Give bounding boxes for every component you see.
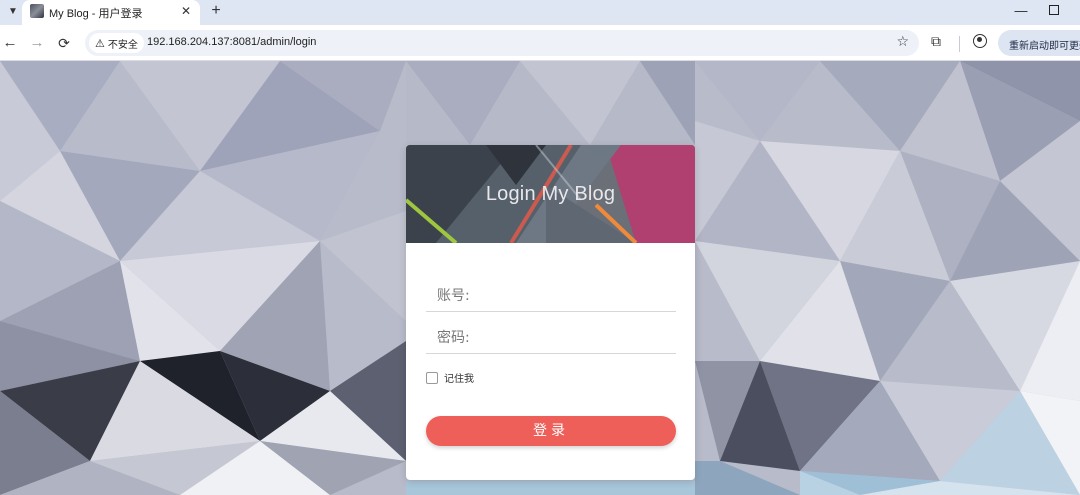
warning-icon: ⚠ <box>95 37 105 50</box>
extensions-icon[interactable]: ⧉ <box>931 33 941 50</box>
profile-icon[interactable] <box>973 34 987 48</box>
update-button[interactable]: 重新启动即可更新 <box>998 30 1080 56</box>
tab-title: My Blog - 用户登录 <box>49 8 143 20</box>
remember-checkbox[interactable] <box>426 371 438 384</box>
username-input[interactable] <box>426 280 676 311</box>
login-card-header: Login My Blog <box>406 145 695 243</box>
login-button[interactable]: 登录 <box>426 416 676 446</box>
security-indicator[interactable]: ⚠ 不安全 <box>89 33 144 53</box>
new-tab-button[interactable]: + <box>206 1 226 21</box>
minimize-button[interactable]: — <box>1012 2 1030 20</box>
favicon-icon <box>30 4 44 18</box>
login-title: Login My Blog <box>485 183 616 205</box>
back-button[interactable]: ← <box>0 33 20 53</box>
chevron-down-icon[interactable]: ▼ <box>3 1 23 21</box>
url-text[interactable]: 192.168.204.137:8081/admin/login <box>147 36 316 48</box>
toolbar-divider <box>959 36 960 52</box>
maximize-button[interactable] <box>1049 5 1059 15</box>
tab-strip: ▼ My Blog - 用户登录 ✕ + — <box>0 0 1080 25</box>
bookmark-star-icon[interactable]: ☆ <box>896 33 909 50</box>
browser-toolbar: ← → ⟳ ⚠ 不安全 192.168.204.137:8081/admin/l… <box>0 25 1080 61</box>
remember-me[interactable]: 记住我 <box>426 370 474 385</box>
reload-button[interactable]: ⟳ <box>54 33 74 53</box>
browser-tab[interactable]: My Blog - 用户登录 ✕ <box>22 0 200 25</box>
close-icon[interactable]: ✕ <box>178 3 194 19</box>
security-label: 不安全 <box>107 39 138 51</box>
password-field[interactable] <box>426 322 676 354</box>
username-field[interactable] <box>426 280 676 312</box>
forward-button[interactable]: → <box>27 33 47 53</box>
remember-label: 记住我 <box>444 374 474 385</box>
page-content: Login My Blog 记住我 登录 <box>0 61 1080 495</box>
login-card: Login My Blog 记住我 登录 <box>406 145 695 480</box>
address-bar[interactable]: ⚠ 不安全 192.168.204.137:8081/admin/login ☆ <box>85 30 919 56</box>
password-input[interactable] <box>426 322 676 353</box>
